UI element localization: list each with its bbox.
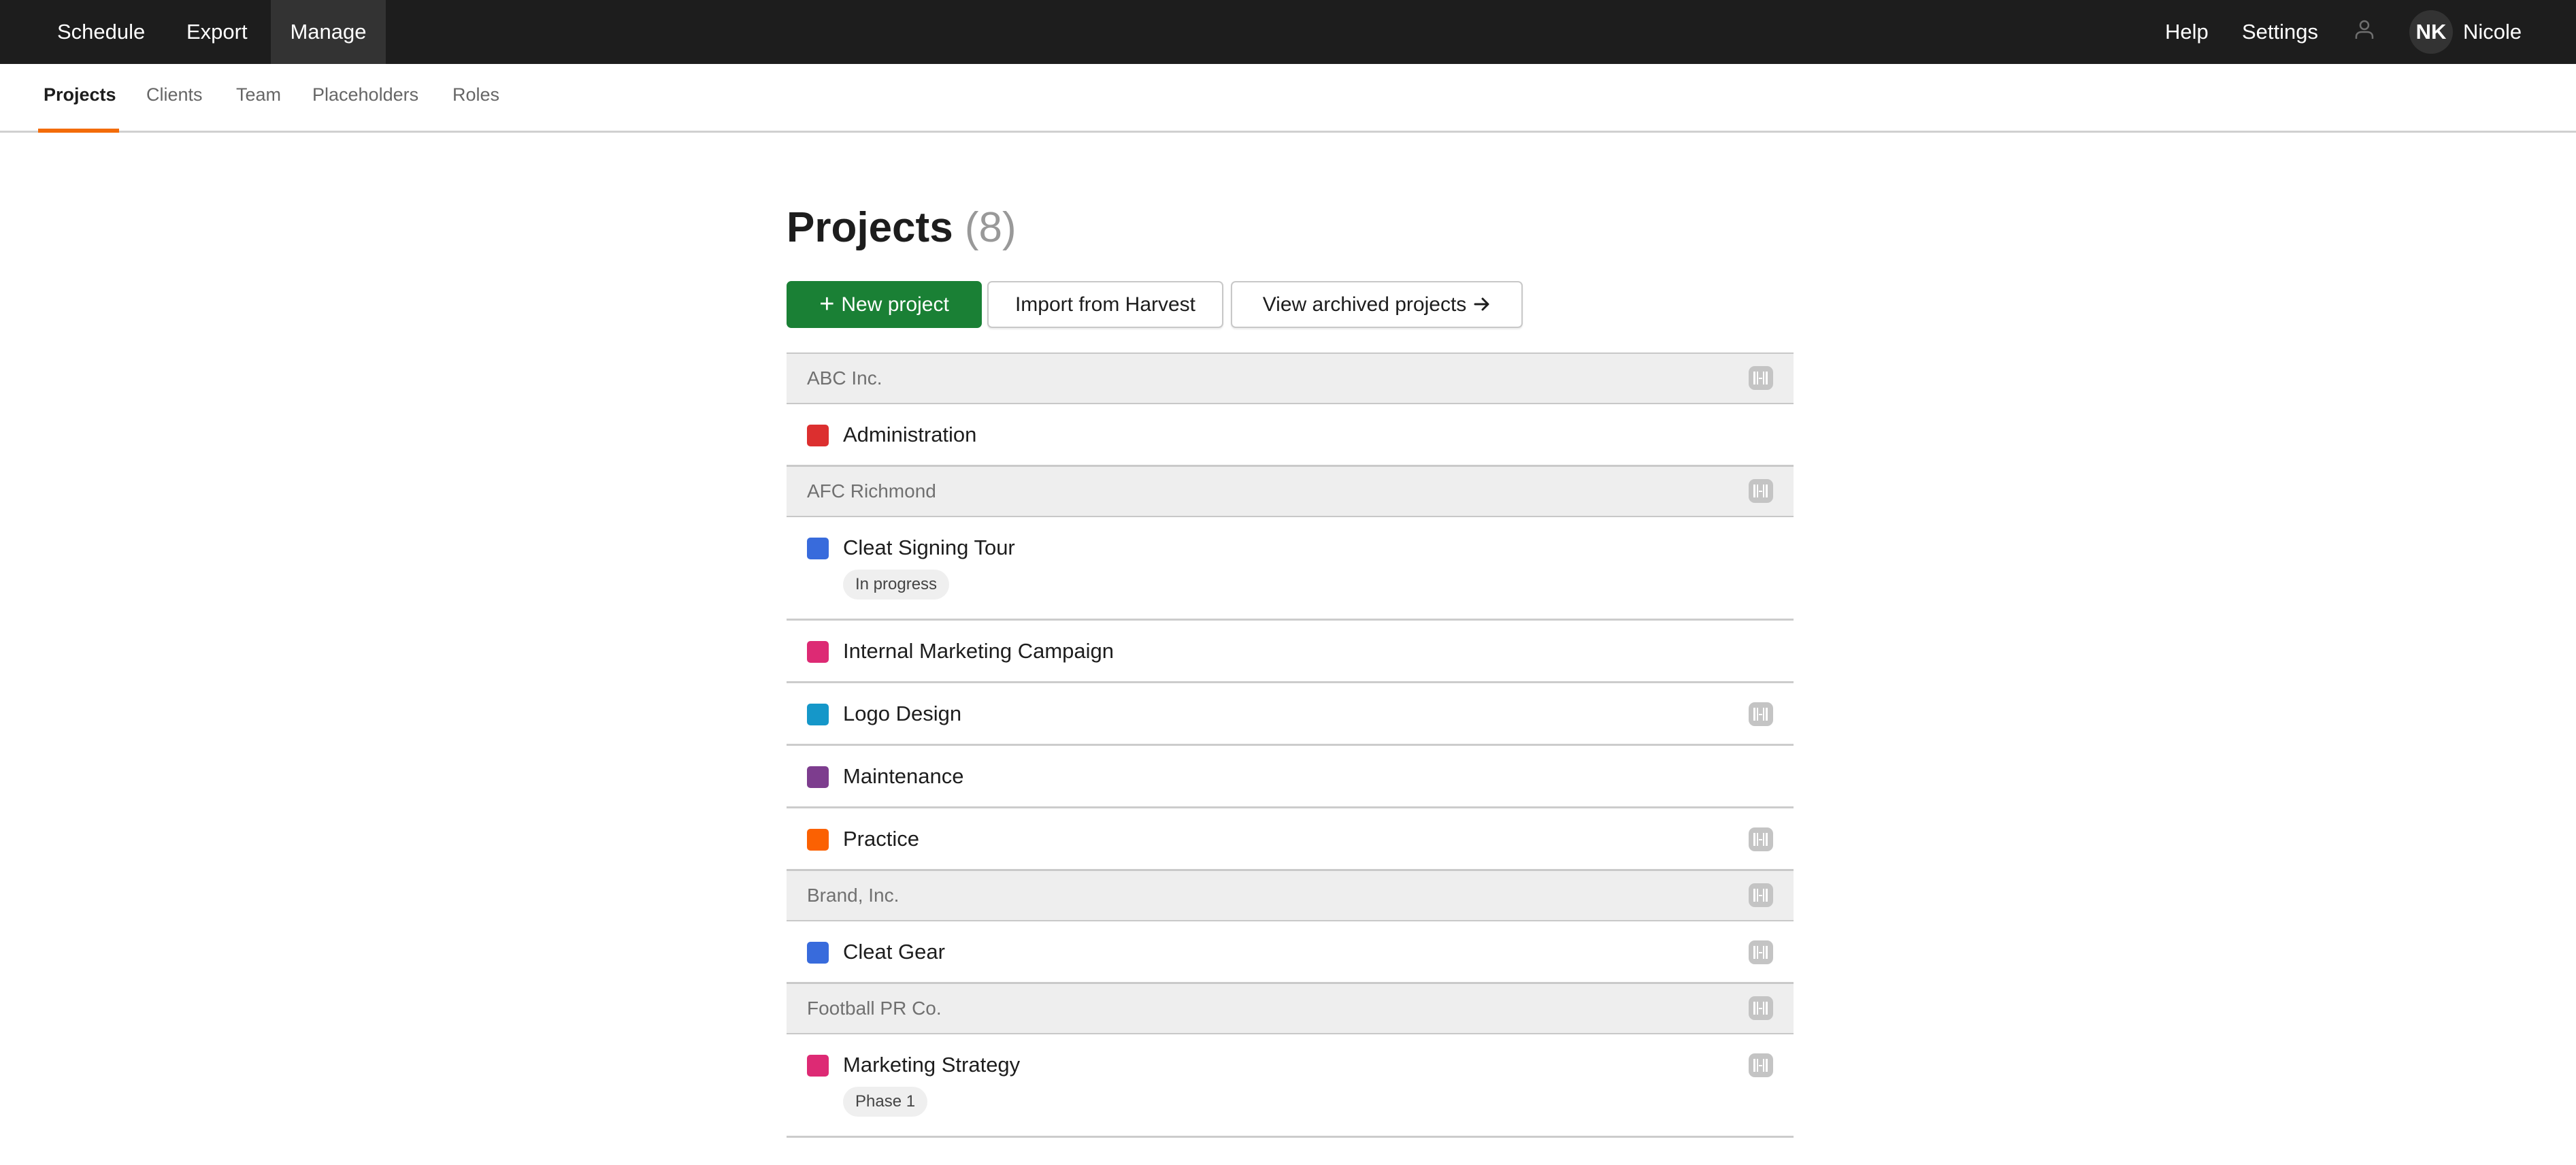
tab-roles[interactable]: Roles — [452, 64, 499, 131]
project-row[interactable]: Logo Design — [787, 683, 1794, 746]
new-project-button[interactable]: + New project — [787, 281, 982, 328]
tab-projects[interactable]: Projects — [44, 64, 116, 131]
harvest-icon[interactable] — [1749, 479, 1773, 503]
project-color-swatch — [807, 641, 829, 663]
project-color-swatch — [807, 1055, 829, 1077]
harvest-icon[interactable] — [1749, 827, 1773, 851]
project-row[interactable]: Cleat Gear — [787, 921, 1794, 984]
client-header: Football PR Co. — [787, 983, 1794, 1034]
top-bar: Schedule Export Manage Help Settings NK … — [0, 0, 2576, 64]
client-header: AFC Richmond — [787, 465, 1794, 517]
client-name: ABC Inc. — [807, 367, 882, 389]
project-list: ABC Inc. Administration AFC Richmond Cleat … — [787, 352, 1794, 1138]
topnav-schedule[interactable]: Schedule — [38, 0, 164, 64]
project-color-swatch — [807, 704, 829, 725]
project-row[interactable]: Marketing Strategy Phase 1 — [787, 1034, 1794, 1138]
project-name[interactable]: Practice — [843, 808, 919, 870]
harvest-icon[interactable] — [1749, 996, 1773, 1020]
harvest-icon[interactable] — [1749, 883, 1773, 907]
topnav-manage[interactable]: Manage — [271, 0, 386, 64]
sub-nav: Projects Clients Team Placeholders Roles — [0, 64, 2576, 133]
harvest-icon[interactable] — [1749, 366, 1773, 390]
tab-clients[interactable]: Clients — [146, 64, 203, 131]
person-icon[interactable] — [2353, 18, 2376, 42]
client-name: Brand, Inc. — [807, 885, 899, 906]
client-name: Football PR Co. — [807, 998, 942, 1019]
project-color-swatch — [807, 829, 829, 851]
project-color-swatch — [807, 942, 829, 964]
help-link[interactable]: Help — [2165, 0, 2209, 64]
project-color-swatch — [807, 538, 829, 559]
client-header: ABC Inc. — [787, 352, 1794, 404]
project-row[interactable]: Maintenance — [787, 746, 1794, 808]
avatar[interactable]: NK — [2409, 10, 2453, 54]
settings-link[interactable]: Settings — [2242, 0, 2318, 64]
harvest-icon[interactable] — [1749, 1053, 1773, 1077]
archived-label: View archived projects — [1262, 293, 1467, 316]
import-label: Import from Harvest — [1014, 293, 1196, 316]
project-tag-badge: In progress — [843, 570, 950, 600]
new-project-label: New project — [841, 293, 949, 316]
plus-icon: + — [819, 290, 835, 318]
project-name[interactable]: Maintenance — [843, 746, 964, 807]
project-row[interactable]: Administration — [787, 404, 1794, 467]
project-color-swatch — [807, 766, 829, 788]
project-name[interactable]: Internal Marketing Campaign — [843, 621, 1114, 682]
harvest-icon[interactable] — [1749, 940, 1773, 964]
project-tag-badge: Phase 1 — [843, 1087, 928, 1117]
project-color-swatch — [807, 425, 829, 446]
project-name[interactable]: Logo Design — [843, 683, 961, 744]
page-title-text: Projects — [787, 204, 953, 251]
user-name[interactable]: Nicole — [2463, 0, 2522, 64]
active-tab-indicator — [38, 129, 119, 133]
client-header: Brand, Inc. — [787, 870, 1794, 921]
harvest-icon[interactable] — [1749, 702, 1773, 726]
project-name[interactable]: Administration — [843, 404, 976, 465]
tab-placeholders[interactable]: Placeholders — [312, 64, 418, 131]
view-archived-projects-button[interactable]: View archived projects — [1231, 281, 1523, 328]
arrow-right-icon — [1473, 284, 1491, 311]
project-count: (8) — [964, 204, 1017, 251]
project-row[interactable]: Cleat Signing Tour In progress — [787, 517, 1794, 621]
client-name: AFC Richmond — [807, 480, 936, 502]
project-row[interactable]: Internal Marketing Campaign — [787, 621, 1794, 683]
project-name[interactable]: Cleat Gear — [843, 921, 945, 983]
project-row[interactable]: Practice — [787, 808, 1794, 871]
tab-team[interactable]: Team — [236, 64, 281, 131]
import-from-harvest-button[interactable]: Import from Harvest — [987, 281, 1223, 328]
topnav-export[interactable]: Export — [167, 0, 267, 64]
page-title: Projects (8) — [787, 197, 1017, 259]
